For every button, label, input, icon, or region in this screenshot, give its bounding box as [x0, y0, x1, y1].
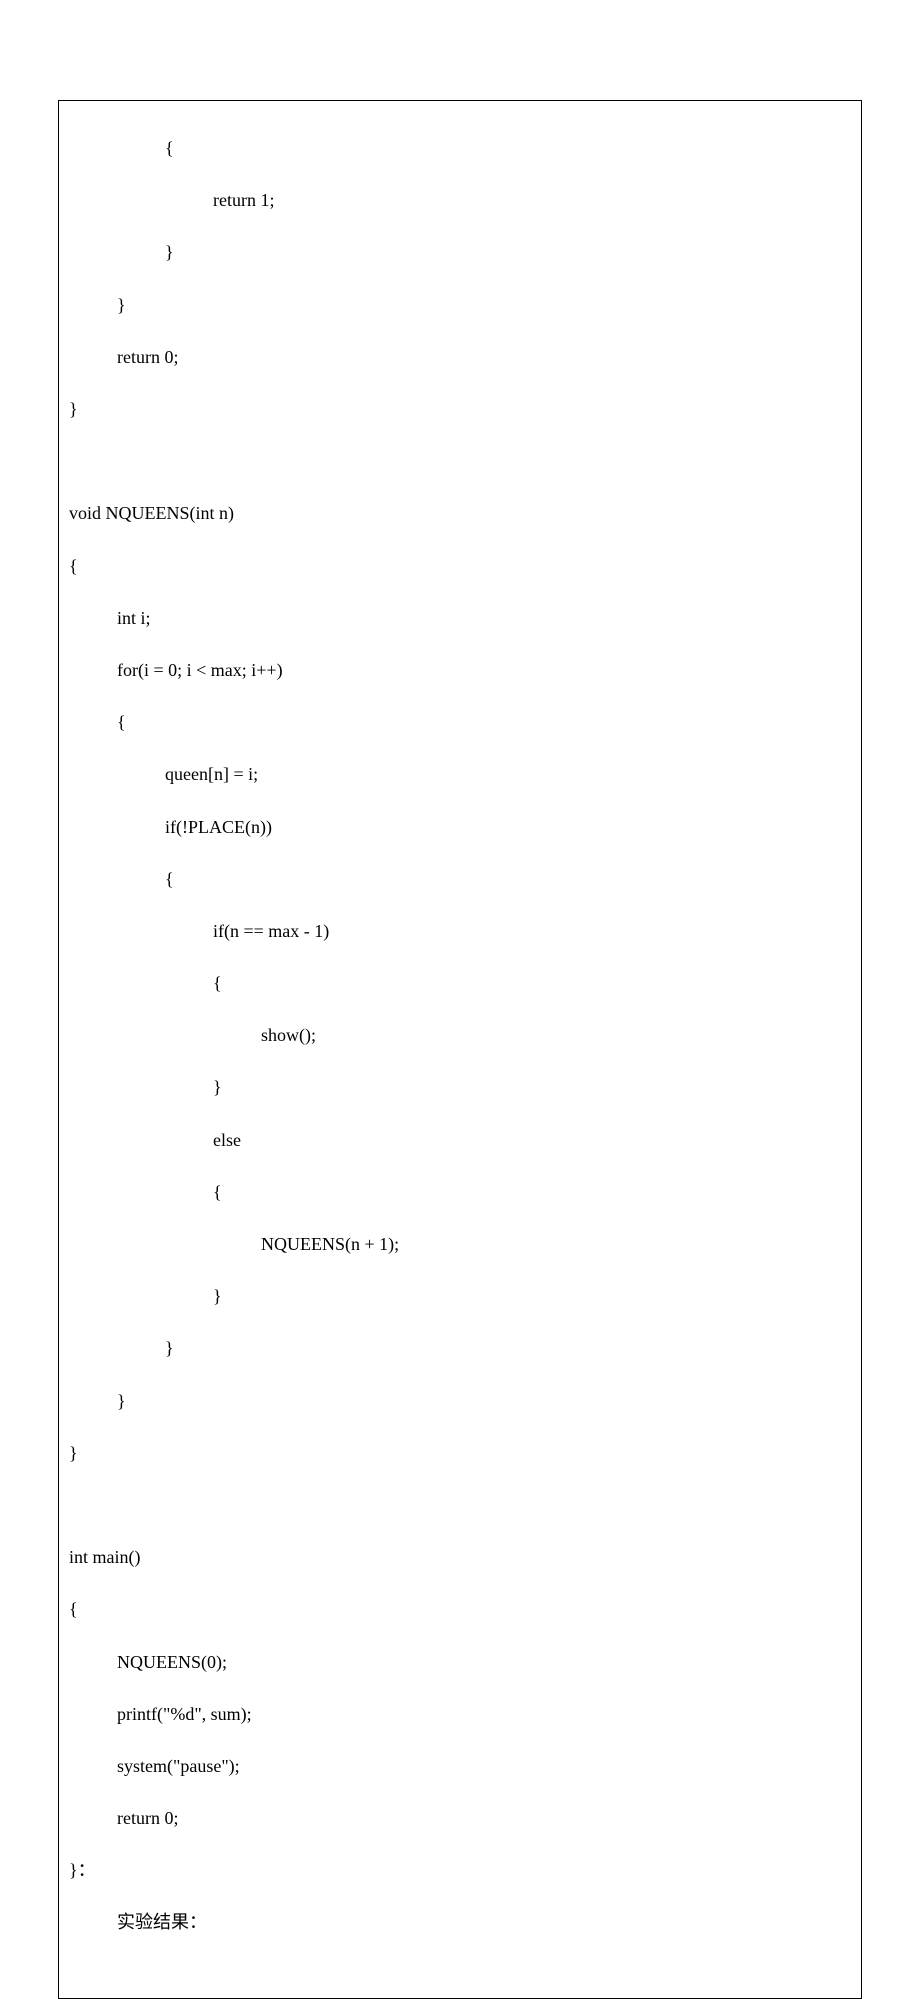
code-line: } — [69, 1440, 851, 1466]
code-line: NQUEENS(n + 1); — [69, 1231, 851, 1257]
code-line: return 0; — [69, 1805, 851, 1831]
code-line: { — [69, 709, 851, 735]
code-line: for(i = 0; i < max; i++) — [69, 657, 851, 683]
code-line: } — [69, 239, 851, 265]
code-line: int i; — [69, 605, 851, 631]
code-line: int main() — [69, 1544, 851, 1570]
code-line: system("pause"); — [69, 1753, 851, 1779]
code-line: } — [69, 292, 851, 318]
code-line: queen[n] = i; — [69, 761, 851, 787]
code-line: else — [69, 1127, 851, 1153]
document-page: { return 1; } } return 0; } void NQUEENS… — [0, 0, 920, 1999]
code-line: } — [69, 1335, 851, 1361]
code-line: return 1; — [69, 187, 851, 213]
code-line — [69, 448, 851, 474]
result-label: 实验结果： — [69, 1909, 851, 1935]
code-line: show(); — [69, 1022, 851, 1048]
code-line: } — [69, 1074, 851, 1100]
code-line — [69, 1492, 851, 1518]
code-line: { — [69, 553, 851, 579]
code-line: { — [69, 970, 851, 996]
code-line: NQUEENS(0); — [69, 1649, 851, 1675]
code-line: return 0; — [69, 344, 851, 370]
code-line: } — [69, 396, 851, 422]
code-line: }： — [69, 1857, 851, 1883]
code-line: } — [69, 1388, 851, 1414]
code-line: { — [69, 1179, 851, 1205]
code-line: { — [69, 135, 851, 161]
code-line: } — [69, 1283, 851, 1309]
code-block: { return 1; } } return 0; } void NQUEENS… — [58, 100, 862, 1999]
code-line: if(n == max - 1) — [69, 918, 851, 944]
code-line: if(!PLACE(n)) — [69, 814, 851, 840]
code-line: { — [69, 1596, 851, 1622]
code-line: void NQUEENS(int n) — [69, 500, 851, 526]
code-line: printf("%d", sum); — [69, 1701, 851, 1727]
code-line: { — [69, 866, 851, 892]
